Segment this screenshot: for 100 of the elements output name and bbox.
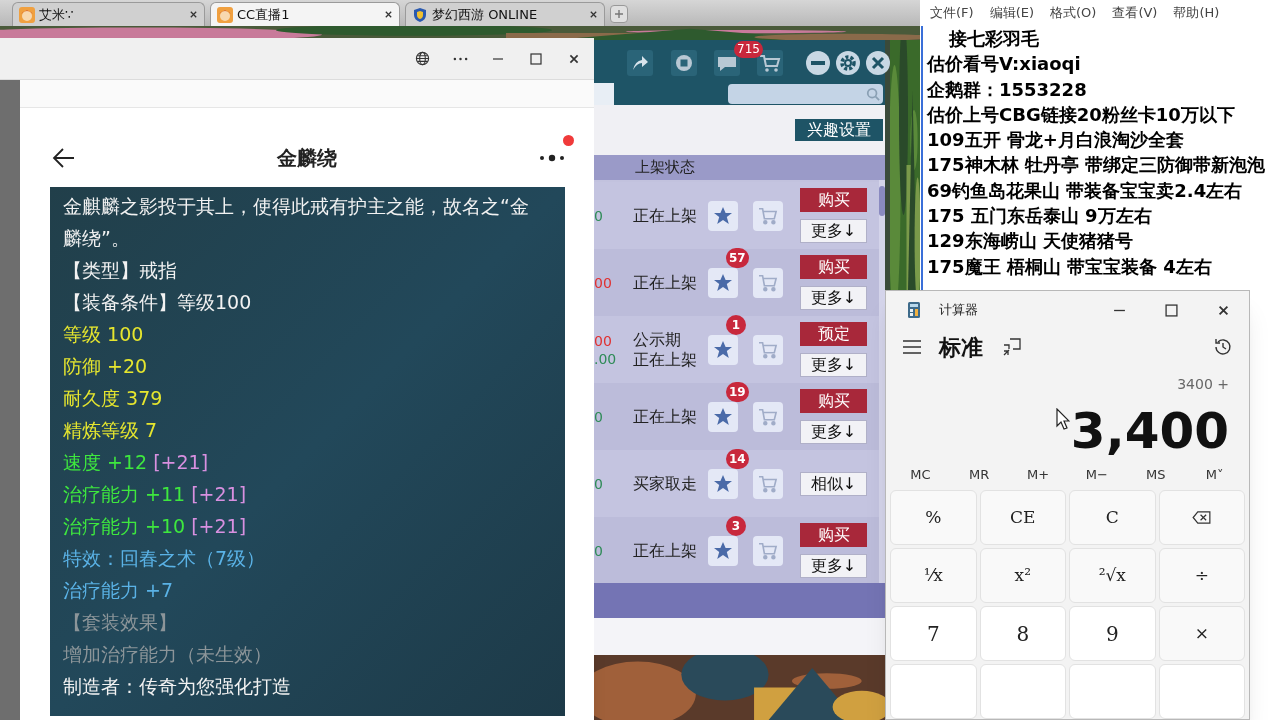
status-text: 正在上架	[633, 205, 698, 226]
calculator-key[interactable]: ⅟x	[890, 548, 977, 603]
maximize-icon[interactable]	[530, 52, 542, 65]
close-icon[interactable]	[189, 10, 198, 19]
item-attribute: 速度 +12 [+21]	[63, 450, 210, 475]
calculator-key[interactable]: ²√x	[1069, 548, 1156, 603]
close-icon[interactable]	[384, 10, 393, 19]
item-attribute: 增加治疗能力（未生效）	[63, 642, 273, 667]
text-line: 估价看号V:xiaoqi	[927, 52, 1082, 77]
cart-icon	[758, 474, 778, 493]
calculator-key[interactable]: C	[1069, 490, 1156, 545]
text-line: 175 五门东岳泰山 9万左右	[927, 204, 1153, 229]
favorite-button[interactable]	[708, 200, 738, 231]
star-icon	[713, 540, 733, 561]
count-badge: 3	[726, 515, 746, 536]
search-field[interactable]	[728, 84, 883, 104]
new-tab-button[interactable]	[610, 5, 628, 23]
star-icon	[713, 473, 733, 494]
browser-tab[interactable]: CC直播1	[210, 2, 400, 26]
menu-icon[interactable]	[903, 340, 921, 355]
close-icon[interactable]	[589, 10, 598, 19]
favorite-button[interactable]	[708, 535, 738, 566]
favorite-button[interactable]	[708, 401, 738, 432]
buy-button[interactable]: 购买	[800, 389, 867, 413]
more-icon	[538, 153, 566, 162]
menu-item[interactable]: 帮助(H)	[1173, 3, 1220, 23]
back-arrow-icon[interactable]	[52, 145, 76, 170]
buy-button[interactable]: 购买	[800, 255, 867, 279]
globe-icon[interactable]	[414, 51, 430, 66]
favorite-button[interactable]	[708, 334, 738, 365]
text-line: 129东海崂山 天使猪猪号	[927, 229, 1134, 254]
buy-button[interactable]: 购买	[800, 188, 867, 212]
star-icon	[713, 406, 733, 427]
interest-settings-button[interactable]: 兴趣设置	[795, 119, 883, 141]
minimize-icon[interactable]	[805, 50, 831, 76]
memory-button[interactable]: MS	[1126, 464, 1186, 485]
more-button[interactable]: 更多↓	[800, 286, 867, 310]
more-button[interactable]: 更多↓	[800, 420, 867, 444]
calculator-key[interactable]: 8	[979, 606, 1066, 661]
price-text: 0	[594, 407, 604, 426]
text-line: 接七彩羽毛	[948, 27, 1040, 51]
close-icon[interactable]	[1216, 303, 1230, 317]
avatar-icon	[217, 6, 233, 23]
cart-icon[interactable]	[757, 50, 783, 76]
price-text: 00	[594, 273, 613, 292]
price-text: .00	[594, 349, 618, 368]
star-icon	[713, 272, 733, 293]
cart-icon	[758, 206, 778, 225]
share-icon[interactable]	[627, 50, 653, 76]
favorite-button[interactable]	[708, 468, 738, 499]
chat-icon[interactable]	[714, 50, 740, 76]
status-text: 公示期	[633, 329, 682, 350]
calculator-key[interactable]: %	[890, 490, 977, 545]
price-text: 0	[594, 474, 604, 493]
item-attribute: 治疗能力 +7	[63, 578, 175, 603]
browser-tab[interactable]: 梦幻西游 ONLINE	[405, 2, 605, 26]
shield-icon	[412, 6, 428, 23]
menu-item[interactable]: 文件(F)	[930, 3, 974, 23]
buy-button[interactable]: 预定	[800, 322, 867, 346]
close-icon[interactable]	[568, 52, 580, 65]
menu-item[interactable]: 编辑(E)	[989, 3, 1034, 23]
browser-tab[interactable]: 艾米∵	[12, 2, 205, 26]
calculator-key[interactable]: CE	[979, 490, 1066, 545]
calculator-key[interactable]: x²	[979, 548, 1066, 603]
memory-button[interactable]: MC	[891, 464, 950, 485]
settings-icon[interactable]	[835, 50, 861, 76]
keep-on-top-icon[interactable]	[1003, 338, 1021, 357]
item-attribute: 防御 +20	[63, 354, 149, 379]
memory-button[interactable]: M˅	[1185, 464, 1244, 485]
backspace-button[interactable]	[1158, 490, 1245, 545]
stop-icon[interactable]	[671, 50, 697, 76]
item-attribute: 【类型】戒指	[63, 258, 178, 283]
memory-button[interactable]: M+	[1008, 464, 1068, 485]
menu-item[interactable]: 查看(V)	[1112, 3, 1158, 23]
more-button[interactable]: 更多↓	[800, 353, 867, 377]
more-icon[interactable]	[452, 56, 468, 61]
maximize-icon[interactable]	[1164, 303, 1178, 317]
plus-icon	[614, 9, 624, 19]
close-icon[interactable]	[865, 50, 891, 76]
memory-button[interactable]: M−	[1067, 464, 1127, 485]
more-button[interactable]: 更多↓	[800, 219, 867, 243]
mode-title: 标准	[939, 334, 983, 362]
star-icon	[713, 205, 733, 226]
history-icon[interactable]	[1213, 337, 1233, 358]
expression-text: 3400 +	[1177, 375, 1229, 394]
calculator-key[interactable]: ÷	[1158, 548, 1245, 603]
more-button[interactable]: 更多↓	[800, 554, 867, 578]
text-line: 109五开 骨龙+月白浪淘沙全套	[927, 128, 1185, 153]
buy-button[interactable]: 购买	[800, 523, 867, 547]
calculator-key[interactable]: ×	[1158, 606, 1245, 661]
more-button[interactable]: 相似↓	[800, 471, 867, 496]
calculator-key[interactable]: 9	[1069, 606, 1156, 661]
calculator-icon	[908, 302, 920, 318]
calculator-key[interactable]: 7	[890, 606, 977, 661]
scrollbar[interactable]	[879, 180, 885, 583]
page-title: 金麟绕	[276, 144, 338, 172]
menu-item[interactable]: 格式(O)	[1050, 3, 1097, 23]
count-badge: 14	[726, 448, 749, 469]
memory-button[interactable]: MR	[949, 464, 1009, 485]
favorite-button[interactable]	[708, 267, 738, 298]
